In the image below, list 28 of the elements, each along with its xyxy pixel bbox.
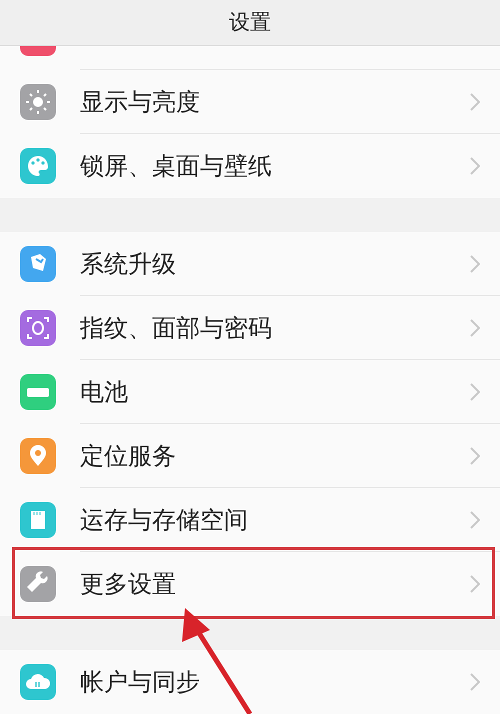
chevron-icon (470, 511, 480, 529)
settings-label: 锁屏、桌面与壁纸 (80, 151, 272, 182)
wrench-icon (20, 566, 56, 602)
fingerprint-icon (20, 310, 56, 346)
chevron-icon (470, 157, 480, 175)
memory-card-icon (20, 502, 56, 538)
chevron-icon (470, 255, 480, 273)
chevron-icon (470, 383, 480, 401)
chevron-icon (470, 673, 480, 691)
sun-icon (20, 84, 56, 120)
settings-label: 指纹、面部与密码 (80, 313, 272, 344)
settings-label: 运存与存储空间 (80, 505, 248, 536)
page-title: 设置 (229, 8, 271, 36)
settings-label: 定位服务 (80, 441, 176, 472)
chevron-icon (470, 447, 480, 465)
chevron-icon (470, 93, 480, 111)
shield-icon (20, 246, 56, 282)
settings-label: 电池 (80, 377, 128, 408)
settings-label: 显示与亮度 (80, 87, 200, 118)
cloud-icon (20, 664, 56, 700)
settings-label: 更多设置 (80, 569, 176, 600)
settings-label: 系统升级 (80, 249, 176, 280)
palette-icon (20, 148, 56, 184)
battery-icon (20, 374, 56, 410)
chevron-icon (470, 319, 480, 337)
chevron-icon (470, 575, 480, 593)
settings-label: 帐户与同步 (80, 667, 200, 698)
location-pin-icon (20, 438, 56, 474)
